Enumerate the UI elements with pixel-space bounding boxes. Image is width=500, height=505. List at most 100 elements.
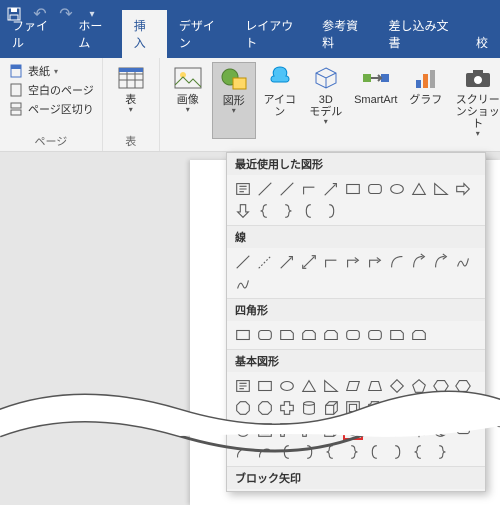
icons-button[interactable]: アイコン [258, 62, 302, 139]
shape-lineDash[interactable] [255, 252, 275, 272]
screenshot-button[interactable]: スクリーンショット▾ [450, 62, 500, 139]
table-button[interactable]: 表▾ [109, 62, 153, 115]
3dmodels-button[interactable]: 3D モデル▾ [304, 62, 348, 139]
shape-folded[interactable] [321, 420, 341, 440]
pictures-button[interactable]: 画像▾ [166, 62, 210, 139]
shape-lframe[interactable] [299, 420, 319, 440]
shape-rect[interactable] [343, 179, 363, 199]
redo-icon[interactable]: ↷ [58, 6, 74, 22]
shape-oct[interactable] [255, 398, 275, 418]
shape-elbow[interactable] [321, 252, 341, 272]
shape-pent[interactable] [409, 376, 429, 396]
page-break-button[interactable]: ページ区切り [6, 100, 96, 118]
shape-brackL[interactable] [277, 442, 297, 462]
tab-insert[interactable]: 挿入 [122, 10, 167, 58]
shape-curveArr[interactable] [431, 252, 451, 272]
shape-arrow[interactable] [321, 179, 341, 199]
shape-bevel[interactable] [343, 398, 363, 418]
shape-plus[interactable] [277, 398, 297, 418]
shape-rtri[interactable] [431, 179, 451, 199]
shape-line[interactable] [255, 179, 275, 199]
shape-donut[interactable] [387, 398, 407, 418]
shape-frame[interactable] [255, 420, 275, 440]
shape-plaque[interactable] [365, 398, 385, 418]
shape-braceL[interactable] [321, 442, 341, 462]
shape-roundrect[interactable] [255, 325, 275, 345]
shape-hex[interactable] [431, 376, 451, 396]
shape-tri[interactable] [409, 179, 429, 199]
shapes-button[interactable]: 図形▾ [212, 62, 256, 139]
shape-roundrect[interactable] [365, 179, 385, 199]
shape-braceR[interactable] [343, 442, 363, 462]
blank-page-button[interactable]: 空白のページ [6, 81, 96, 99]
cover-page-button[interactable]: 表紙▾ [6, 62, 96, 80]
shape-curve[interactable] [387, 252, 407, 272]
shape-arrow2[interactable] [299, 252, 319, 272]
shape-snip2[interactable] [299, 325, 319, 345]
qat-dropdown-icon[interactable]: ▾ [84, 6, 100, 22]
tab-review[interactable]: 校 [464, 27, 500, 58]
shape-darrow[interactable] [233, 201, 253, 221]
shape-braceR[interactable] [431, 442, 451, 462]
shape-moon[interactable] [431, 420, 451, 440]
chart-button[interactable]: グラフ [404, 62, 448, 139]
shape-heart[interactable] [365, 420, 385, 440]
shape-cube[interactable] [321, 398, 341, 418]
shape-arc[interactable] [255, 442, 275, 462]
tab-mailings[interactable]: 差し込み文書 [376, 10, 463, 58]
shape-snip2[interactable] [409, 325, 429, 345]
shape-oval[interactable] [277, 376, 297, 396]
shape-rtri[interactable] [321, 376, 341, 396]
shape-braceR[interactable] [277, 201, 297, 221]
shape-brackL[interactable] [299, 201, 319, 221]
shape-elbowArr[interactable] [343, 252, 363, 272]
shape-textbox[interactable] [233, 376, 253, 396]
shape-snip1[interactable] [277, 325, 297, 345]
shape-line[interactable] [277, 179, 297, 199]
shape-elbow[interactable] [299, 179, 319, 199]
shape-para[interactable] [343, 376, 363, 396]
shape-braceL[interactable] [255, 201, 275, 221]
shape-rarrow[interactable] [453, 179, 473, 199]
shape-trap[interactable] [365, 376, 385, 396]
shape-textbox[interactable] [233, 179, 253, 199]
shape-roundrect[interactable] [365, 325, 385, 345]
tab-layout[interactable]: レイアウト [233, 10, 310, 58]
shape-arc[interactable] [233, 442, 253, 462]
shape-snip1[interactable] [387, 325, 407, 345]
shape-free[interactable] [453, 252, 473, 272]
shape-oct[interactable] [233, 398, 253, 418]
shape-bolt[interactable] [387, 420, 407, 440]
shape-noSym[interactable] [409, 398, 429, 418]
tab-references[interactable]: 参考資料 [310, 10, 376, 58]
smartart-button[interactable]: SmartArt [350, 62, 402, 139]
shape-arrow[interactable] [277, 252, 297, 272]
shape-rect[interactable] [255, 376, 275, 396]
shape-oval[interactable] [387, 179, 407, 199]
shape-brackR[interactable] [321, 201, 341, 221]
shape-diamond[interactable] [387, 376, 407, 396]
shape-can[interactable] [299, 398, 319, 418]
shape-snip2[interactable] [321, 325, 341, 345]
shape-elbowArr[interactable] [365, 252, 385, 272]
shape-cloud[interactable] [453, 420, 473, 440]
shape-sun[interactable] [409, 420, 429, 440]
tab-design[interactable]: デザイン [167, 10, 233, 58]
shape-brackR[interactable] [387, 442, 407, 462]
undo-icon[interactable]: ↶ [32, 6, 48, 22]
shape-tear[interactable] [233, 420, 253, 440]
shape-curveArr[interactable] [409, 252, 429, 272]
shape-brackR[interactable] [299, 442, 319, 462]
shape-free[interactable] [233, 274, 253, 294]
shape-brackL[interactable] [365, 442, 385, 462]
shape-tri[interactable] [299, 376, 319, 396]
shape-line[interactable] [233, 252, 253, 272]
shape-rect[interactable] [233, 325, 253, 345]
shape-hex[interactable] [453, 376, 473, 396]
shape-pie[interactable] [431, 398, 451, 418]
shape-roundrect[interactable] [343, 325, 363, 345]
shape-braceL[interactable] [409, 442, 429, 462]
shape-chord[interactable] [453, 398, 473, 418]
shape-lframe[interactable] [277, 420, 297, 440]
shape-smile[interactable] [343, 420, 363, 440]
